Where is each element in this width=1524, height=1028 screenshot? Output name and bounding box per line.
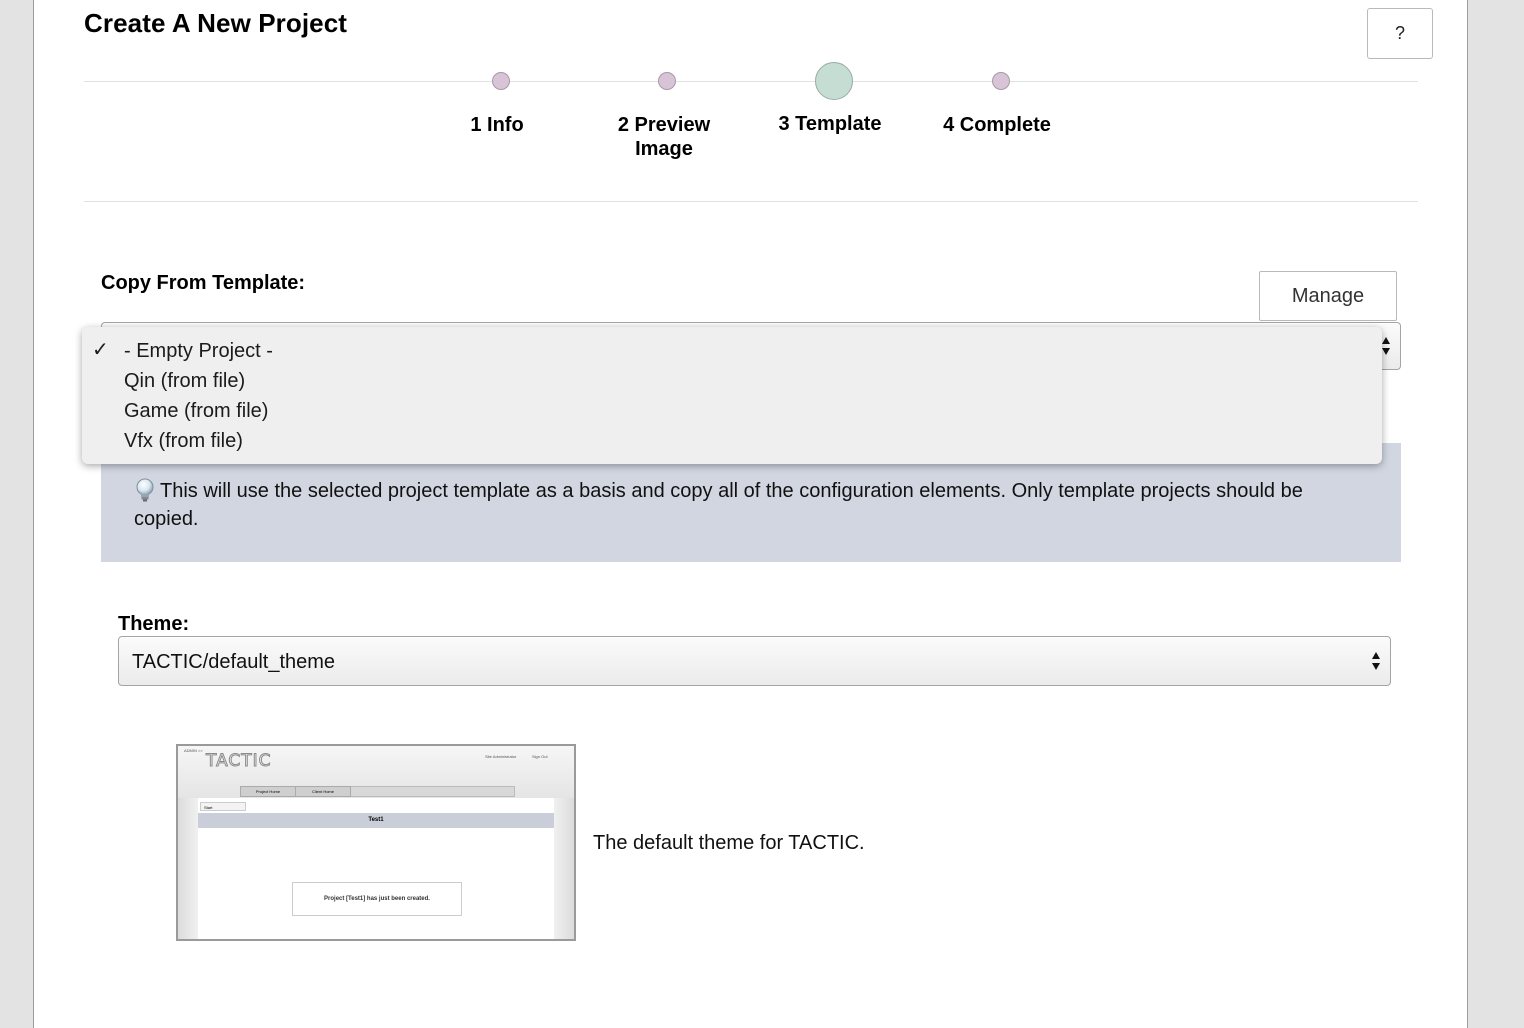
theme-label: Theme: <box>118 613 190 635</box>
preview-side-tab: Start <box>200 802 246 811</box>
theme-preview-image: ADMIN >> TACTIC Site Administrator Sign … <box>176 744 576 941</box>
step-dot-preview-image[interactable] <box>658 72 676 90</box>
step-dot-info[interactable] <box>492 72 510 90</box>
selected-check-icon: ✓ <box>92 339 109 361</box>
section-divider <box>84 201 1418 202</box>
template-info-text: This will use the selected project templ… <box>134 477 1354 533</box>
steps-track-line <box>84 81 1418 82</box>
page-title: Create A New Project <box>84 8 348 38</box>
theme-select[interactable]: TACTIC/default_theme <box>118 636 1391 686</box>
theme-description: The default theme for TACTIC. <box>593 832 865 854</box>
template-option-empty-project[interactable]: - Empty Project - <box>124 340 273 363</box>
template-label: Copy From Template: <box>101 272 306 294</box>
template-option-game[interactable]: Game (from file) <box>124 400 268 423</box>
preview-link-signout: Sign Out <box>532 754 548 759</box>
preview-message-box: Project [Test1] has just been created. <box>292 882 462 916</box>
preview-tab-project-home: Project Home <box>240 786 296 797</box>
preview-left-rail <box>178 798 198 939</box>
preview-link-admin: Site Administrator <box>485 754 517 759</box>
preview-tab-client-home: Client Home <box>295 786 351 797</box>
help-button[interactable]: ? <box>1367 8 1433 59</box>
manage-button[interactable]: Manage <box>1259 271 1397 321</box>
preview-logo: TACTIC <box>206 751 272 772</box>
theme-select-value: TACTIC/default_theme <box>132 651 336 673</box>
preview-right-rail <box>554 798 574 939</box>
template-option-vfx[interactable]: Vfx (from file) <box>124 430 243 453</box>
step-dot-complete[interactable] <box>992 72 1010 90</box>
template-dropdown-menu[interactable]: ✓ - Empty Project - Qin (from file) Game… <box>82 327 1382 464</box>
preview-banner: Test1 <box>198 813 554 828</box>
step-label-info[interactable]: 1 Info <box>431 113 563 137</box>
step-label-preview-image[interactable]: 2 Preview Image <box>604 113 724 161</box>
step-dot-template[interactable] <box>815 62 853 100</box>
preview-admin-text: ADMIN >> <box>184 748 203 753</box>
template-info-message: This will use the selected project templ… <box>134 480 1303 530</box>
template-option-qin[interactable]: Qin (from file) <box>124 370 245 393</box>
step-label-template[interactable]: 3 Template <box>760 112 900 136</box>
lightbulb-icon <box>134 478 156 502</box>
up-down-arrows-icon <box>1381 335 1391 357</box>
up-down-arrows-icon <box>1371 650 1381 672</box>
step-label-complete[interactable]: 4 Complete <box>930 113 1064 137</box>
